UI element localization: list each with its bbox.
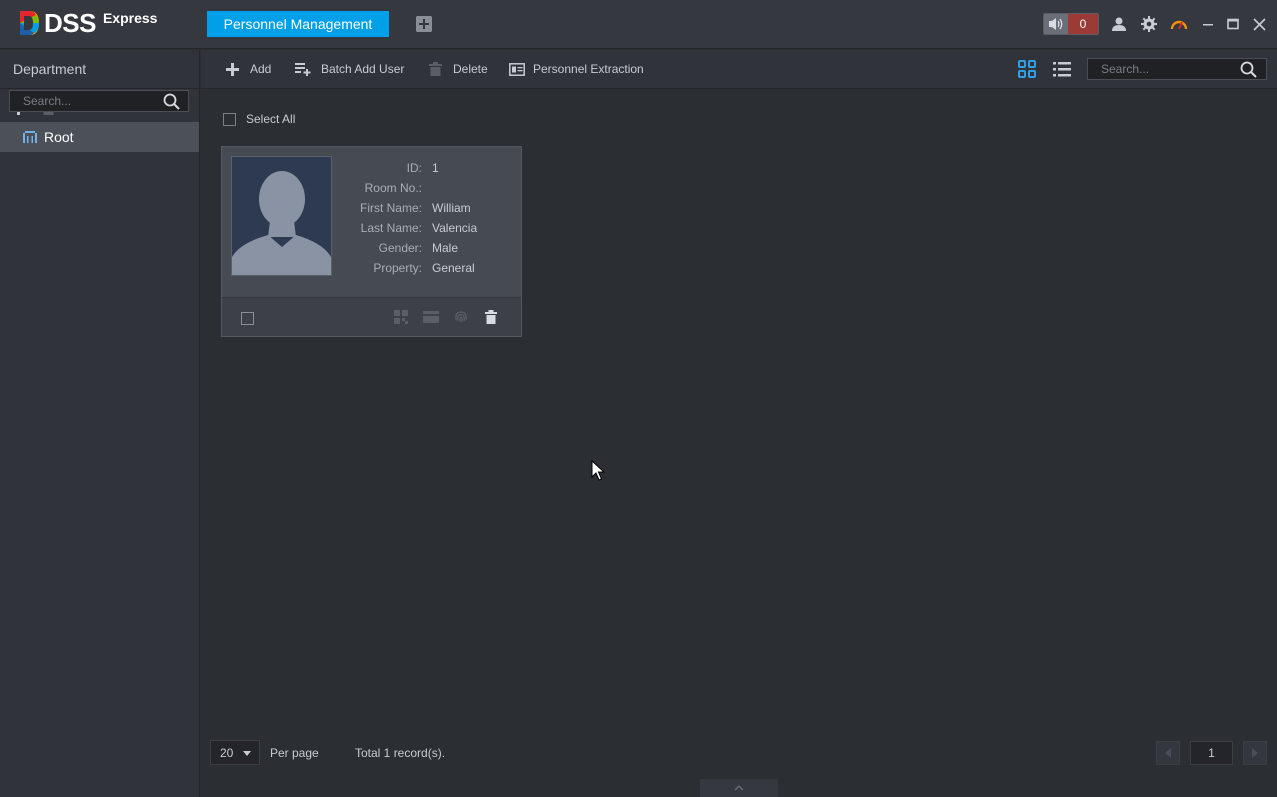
- sidebar-title: Department: [0, 50, 199, 89]
- personnel-card[interactable]: ID: 1 Room No.: First Name: William Last…: [221, 146, 522, 337]
- personnel-extraction-button[interactable]: Personnel Extraction: [509, 50, 644, 88]
- field-first-name: First Name: William: [342, 201, 477, 221]
- alarm-count: 0: [1068, 14, 1098, 34]
- department-sidebar: Department: [0, 50, 200, 797]
- delete-button[interactable]: Delete: [427, 50, 488, 88]
- field-value: 1: [432, 161, 439, 175]
- gear-icon[interactable]: [1140, 15, 1158, 33]
- field-label: Gender:: [378, 241, 422, 255]
- alarm-indicator[interactable]: 0: [1043, 13, 1099, 35]
- next-page-button[interactable]: [1243, 741, 1267, 765]
- select-all-box[interactable]: [223, 112, 236, 126]
- minimize-icon[interactable]: [1199, 15, 1217, 33]
- maximize-icon[interactable]: [1224, 15, 1242, 33]
- search-icon[interactable]: [1240, 61, 1257, 78]
- field-gender: Gender: Male: [342, 241, 477, 261]
- close-icon[interactable]: [1250, 15, 1268, 33]
- per-page-select[interactable]: 20: [210, 740, 260, 765]
- app-logo: DSS Express: [18, 8, 157, 38]
- grid-view-icon[interactable]: [1018, 60, 1036, 78]
- chevron-up-icon: [734, 785, 744, 791]
- dss-logo-icon: [20, 11, 39, 35]
- field-label: ID:: [406, 161, 422, 175]
- logo-text: DSS: [44, 8, 96, 38]
- user-icon[interactable]: [1110, 15, 1128, 33]
- field-value: William: [432, 201, 471, 215]
- id-card-icon: [509, 61, 525, 77]
- person-photo-placeholder: [231, 156, 332, 276]
- qr-code-icon[interactable]: [393, 309, 409, 325]
- field-last-name: Last Name: Valencia: [342, 221, 478, 241]
- main-toolbar: Add Batch Add User Delete Personnel Extr…: [201, 50, 1277, 89]
- per-page-value: 20: [220, 745, 234, 760]
- plus-icon: [416, 16, 432, 32]
- chevron-left-icon: [1165, 748, 1171, 758]
- person-silhouette-icon: [232, 157, 331, 275]
- tab-personnel-management[interactable]: Personnel Management: [207, 11, 389, 37]
- tree-item-label: Root: [44, 129, 74, 145]
- speaker-icon: [1044, 14, 1068, 34]
- field-id: ID: 1: [342, 161, 477, 181]
- select-all-label: Select All: [246, 112, 296, 126]
- field-label: Room No.:: [364, 181, 422, 195]
- batch-add-user-button[interactable]: Batch Add User: [295, 50, 404, 88]
- search-icon[interactable]: [163, 93, 180, 110]
- total-records-label: Total 1 record(s).: [355, 746, 446, 760]
- trash-icon: [427, 61, 443, 77]
- field-property: Property: General: [342, 261, 477, 281]
- card-icon[interactable]: [423, 309, 439, 325]
- trash-icon[interactable]: [483, 309, 499, 325]
- fingerprint-icon[interactable]: [453, 309, 469, 325]
- performance-gauge-icon[interactable]: [1170, 15, 1188, 33]
- batch-add-label: Batch Add User: [321, 62, 405, 76]
- add-button[interactable]: Add: [224, 50, 271, 88]
- logo-suffix: Express: [102, 10, 158, 26]
- field-value: Valencia: [432, 221, 478, 235]
- mouse-cursor-icon: [591, 460, 605, 481]
- field-value: Male: [432, 241, 459, 255]
- tree-item-root[interactable]: Root: [0, 122, 199, 152]
- page-number-input[interactable]: [1190, 741, 1233, 765]
- plus-icon: [224, 61, 240, 77]
- department-search-box: [9, 90, 189, 112]
- batch-add-icon: [295, 61, 311, 77]
- prev-page-button[interactable]: [1156, 741, 1180, 765]
- chevron-right-icon: [1252, 748, 1258, 758]
- add-label: Add: [250, 62, 272, 76]
- delete-label: Delete: [453, 62, 488, 76]
- card-fields: ID: 1 Room No.: First Name: William Last…: [342, 161, 477, 281]
- chevron-down-icon: [243, 751, 251, 756]
- list-view-icon[interactable]: [1053, 60, 1071, 78]
- personnel-search-input[interactable]: [1088, 59, 1236, 79]
- per-page-label: Per page: [270, 746, 319, 760]
- field-label: Last Name:: [360, 221, 422, 235]
- card-info-area: ID: 1 Room No.: First Name: William Last…: [222, 147, 521, 297]
- card-select-checkbox[interactable]: [241, 312, 254, 325]
- field-label: Property:: [373, 261, 422, 275]
- select-all-checkbox[interactable]: Select All: [223, 112, 295, 126]
- card-actions: [222, 297, 521, 336]
- field-label: First Name:: [359, 201, 422, 215]
- collapse-panel-handle[interactable]: [700, 779, 778, 797]
- personnel-search-box: [1087, 58, 1267, 80]
- extraction-label: Personnel Extraction: [533, 62, 644, 76]
- add-tab-button[interactable]: [416, 16, 432, 32]
- department-search-input[interactable]: [10, 91, 160, 111]
- department-tree-icon: [23, 131, 37, 143]
- title-bar: DSS Express Personnel Management 0: [0, 0, 1277, 49]
- field-room-no: Room No.:: [342, 181, 477, 201]
- field-value: General: [432, 261, 475, 275]
